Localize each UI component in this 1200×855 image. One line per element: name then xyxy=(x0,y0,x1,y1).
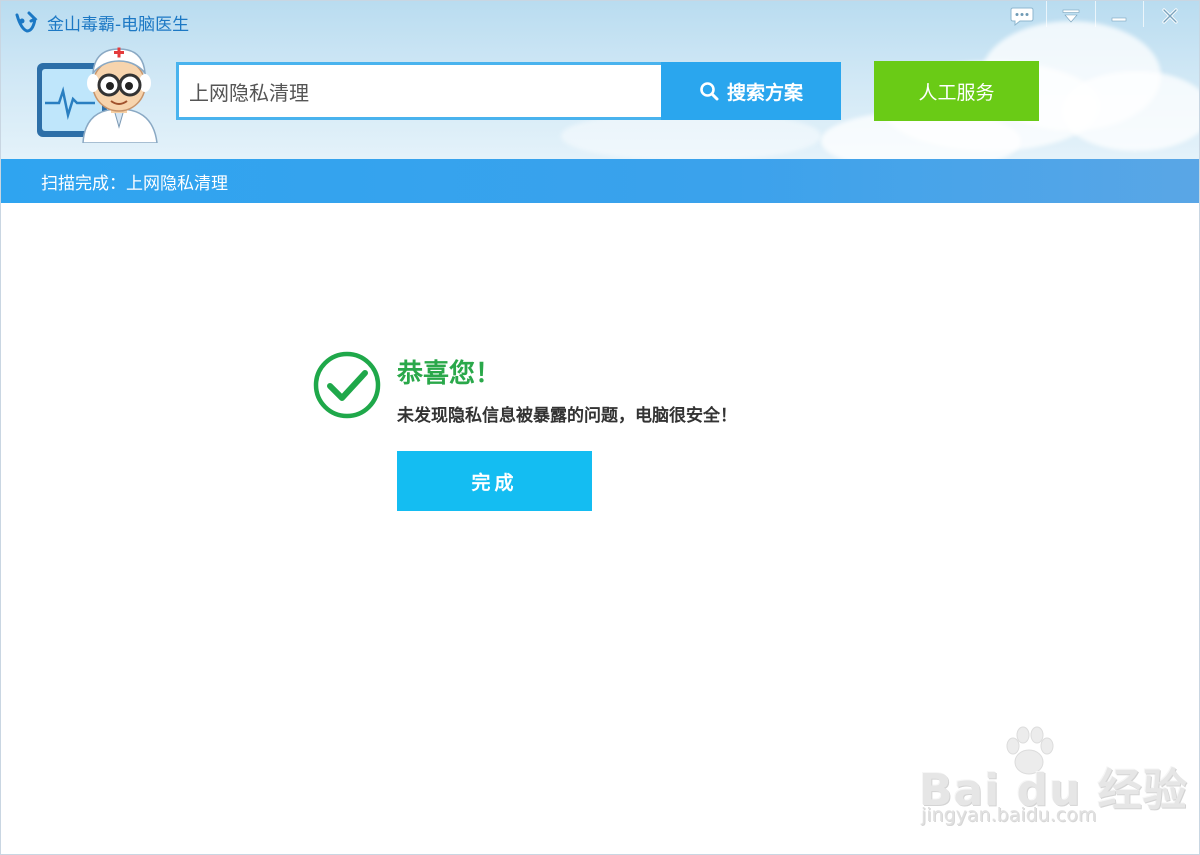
human-service-button[interactable]: 人工服务 xyxy=(874,61,1039,121)
success-check-icon xyxy=(313,351,381,419)
kingsoft-logo-icon xyxy=(15,11,38,33)
app-window: 金山毒霸-电脑医生 上网隐私清理 搜索方案 人工服务 扫描完成：上网隐私清理 恭… xyxy=(0,0,1200,855)
done-button-label: 完成 xyxy=(471,471,518,494)
doctor-mascot-icon xyxy=(37,47,158,143)
app-title-text: 金山毒霸-电脑医生 xyxy=(47,14,190,35)
close-icon xyxy=(1162,8,1178,24)
baidu-jingyan-watermark: Bai du 经验 jingyan.baidu.com xyxy=(919,726,1187,836)
human-service-label: 人工服务 xyxy=(918,81,995,104)
app-title: 金山毒霸-电脑医生 xyxy=(13,8,189,36)
minimize-icon xyxy=(1111,17,1127,22)
minimize-button[interactable] xyxy=(1096,1,1142,31)
status-bar: 扫描完成：上网隐私清理 xyxy=(1,159,1199,203)
done-button[interactable]: 完成 xyxy=(397,451,592,511)
menu-dropdown-icon xyxy=(1062,9,1080,23)
chat-icon xyxy=(1010,7,1034,26)
menu-button[interactable] xyxy=(1048,1,1094,31)
search-icon xyxy=(700,82,719,101)
search-button[interactable]: 搜索方案 xyxy=(661,62,841,120)
close-button[interactable] xyxy=(1147,1,1193,31)
scan-status-text: 扫描完成：上网隐私清理 xyxy=(41,173,228,194)
result-message: 未发现隐私信息被暴露的问题，电脑很安全！ xyxy=(397,406,737,426)
result-title: 恭喜您！ xyxy=(397,359,502,389)
watermark-url: jingyan.baidu.com xyxy=(921,804,1097,826)
chat-button[interactable] xyxy=(999,1,1045,31)
search-button-label: 搜索方案 xyxy=(726,81,803,104)
search-input[interactable] xyxy=(189,79,661,103)
search-box[interactable] xyxy=(176,62,661,120)
